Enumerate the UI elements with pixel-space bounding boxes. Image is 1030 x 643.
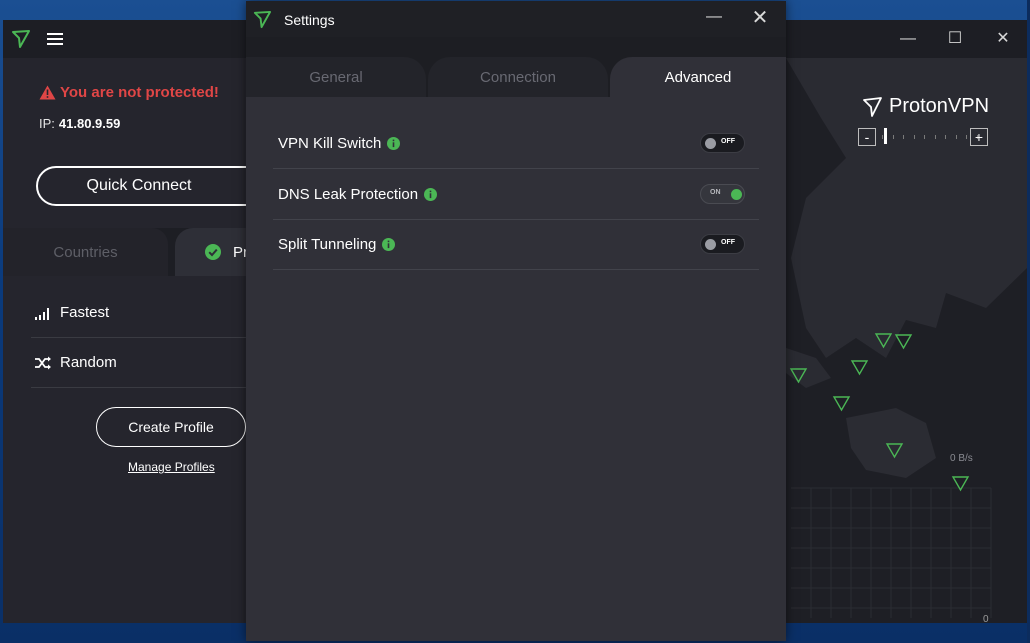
split-tunneling-toggle[interactable]: OFF	[700, 234, 745, 254]
setting-label: Split Tunneling	[278, 235, 377, 253]
protonvpn-logo-icon	[863, 96, 882, 117]
speed-label: 0 B/s	[950, 453, 973, 464]
protection-status: You are not protected!	[39, 84, 219, 101]
profile-row-random[interactable]: Random	[31, 338, 246, 388]
profile-label: Fastest	[60, 304, 110, 321]
minimize-button[interactable]: —	[894, 26, 922, 52]
left-tabs: Countries Pr	[3, 228, 255, 276]
toggle-state: OFF	[721, 138, 735, 145]
protonvpn-logo-icon	[253, 10, 272, 29]
tab-advanced[interactable]: Advanced	[610, 57, 786, 97]
server-marker-icon	[832, 396, 851, 412]
maximize-button[interactable]: ☐	[941, 26, 969, 52]
zoom-slider-handle[interactable]	[884, 128, 887, 144]
setting-row-kill-switch: VPN Kill Switch OFF	[273, 118, 759, 169]
zoom-track	[882, 132, 978, 142]
settings-title: Settings	[284, 12, 335, 28]
setting-label: DNS Leak Protection	[278, 185, 419, 203]
ip-label: IP:	[39, 116, 55, 131]
info-icon[interactable]	[424, 187, 438, 201]
signal-bars-icon	[35, 307, 49, 320]
zoom-in-button[interactable]: +	[970, 128, 988, 146]
brand-name: ProtonVPN	[889, 95, 990, 117]
manage-profiles-link[interactable]: Manage Profiles	[128, 460, 215, 474]
create-profile-button[interactable]: Create Profile	[96, 407, 246, 447]
setting-row-split-tunneling: Split Tunneling OFF	[273, 219, 759, 270]
server-marker-icon	[894, 334, 913, 350]
profile-label: Random	[60, 354, 117, 371]
hamburger-menu-icon[interactable]	[47, 30, 65, 48]
kill-switch-toggle[interactable]: OFF	[700, 133, 745, 153]
info-icon[interactable]	[382, 237, 396, 251]
shuffle-icon	[35, 356, 51, 369]
server-marker-icon	[850, 360, 869, 376]
toggle-state: ON	[710, 189, 721, 196]
dns-leak-toggle[interactable]: ON	[700, 184, 745, 204]
profile-row-fastest[interactable]: Fastest	[31, 288, 246, 338]
status-text: You are not protected!	[60, 84, 219, 101]
toggle-knob	[705, 239, 716, 250]
protonvpn-brand: ProtonVPN	[863, 95, 989, 118]
close-button[interactable]: ✕	[989, 26, 1017, 52]
quick-connect-button[interactable]: Quick Connect	[36, 166, 276, 206]
ip-value: 41.80.9.59	[58, 116, 121, 131]
protonvpn-logo-icon	[12, 30, 30, 48]
tab-connection[interactable]: Connection	[428, 57, 608, 97]
settings-close-button[interactable]: ✕	[747, 5, 773, 31]
settings-minimize-button[interactable]: —	[701, 6, 727, 32]
settings-titlebar: Settings — ✕	[246, 1, 786, 37]
info-icon[interactable]	[387, 136, 401, 150]
left-panel: You are not protected! IP: 41.80.9.59 Qui…	[3, 58, 276, 623]
toggle-knob	[731, 189, 742, 200]
setting-row-dns-leak: DNS Leak Protection ON	[273, 169, 759, 220]
graph-zero-label: 0	[983, 614, 989, 623]
check-circle-icon	[205, 244, 221, 260]
zoom-out-button[interactable]: -	[858, 128, 876, 146]
toggle-state: OFF	[721, 239, 735, 246]
tab-countries[interactable]: Countries	[3, 228, 168, 276]
warning-icon	[39, 85, 56, 100]
setting-label: VPN Kill Switch	[278, 134, 382, 152]
ip-address: IP: 41.80.9.59	[39, 116, 120, 131]
settings-window: Settings — ✕ General Connection Advanced…	[246, 1, 786, 641]
zoom-control[interactable]: - +	[858, 128, 992, 148]
tab-general[interactable]: General	[246, 57, 426, 97]
toggle-knob	[705, 138, 716, 149]
tab-profiles[interactable]: Pr	[175, 228, 255, 276]
